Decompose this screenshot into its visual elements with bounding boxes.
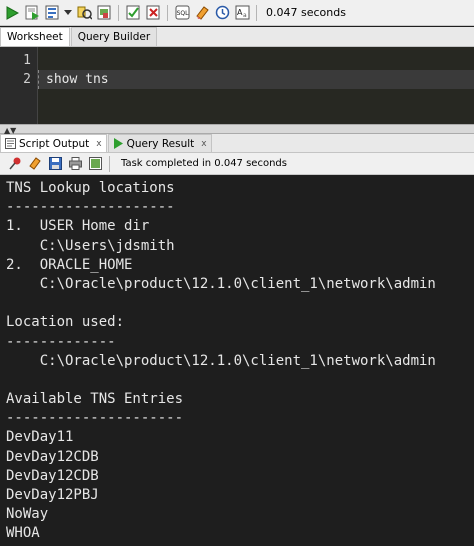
output-toolbar: Task completed in 0.047 seconds	[0, 153, 474, 175]
output-line: ---------------------	[6, 410, 184, 427]
output-line: DevDay12PBJ	[6, 487, 99, 503]
toolbar-separator	[167, 4, 168, 21]
rollback-icon[interactable]	[144, 4, 162, 22]
tab-query-result[interactable]: Query Result x	[107, 134, 212, 152]
output-line: NoWay	[6, 506, 49, 523]
dropdown-icon[interactable]	[63, 4, 73, 22]
script-output-panel[interactable]: TNS Lookup locations -------------------…	[0, 176, 474, 546]
output-line: DevDay12CDB	[6, 467, 99, 484]
code-area[interactable]: show tns	[38, 47, 474, 124]
history-icon[interactable]	[213, 4, 231, 22]
output-line: Available TNS Entries	[6, 391, 184, 408]
clear-output-icon[interactable]	[26, 155, 44, 173]
pane-splitter[interactable]: ▲▼	[0, 124, 474, 135]
sql-editor[interactable]: 1 2 show tns	[0, 47, 474, 124]
task-status: Task completed in 0.047 seconds	[121, 158, 287, 169]
output-line: TNS Lookup locations	[6, 180, 175, 196]
output-line: C:\Oracle\product\12.1.0\client_1\networ…	[6, 275, 436, 292]
pin-icon[interactable]	[6, 155, 24, 173]
output-line: Location used:	[6, 314, 125, 331]
code-line-current[interactable]: show tns	[38, 70, 474, 89]
close-icon[interactable]: x	[96, 139, 101, 149]
elapsed-time: 0.047 seconds	[266, 6, 346, 19]
line-number: 2	[23, 72, 31, 87]
toolbar-separator	[109, 155, 110, 172]
output-line: -------------	[6, 333, 116, 350]
output-line: 2. ORACLE_HOME	[6, 256, 133, 273]
output-line: C:\Oracle\product\12.1.0\client_1\networ…	[6, 352, 436, 369]
tab-script-output[interactable]: Script Output x	[0, 134, 107, 152]
format-icon[interactable]: Aa	[233, 4, 251, 22]
output-line: --------------------	[6, 199, 175, 216]
script-output-icon	[5, 138, 16, 149]
line-number-gutter: 1 2	[0, 47, 38, 124]
commit-icon[interactable]	[124, 4, 142, 22]
toolbar-separator	[118, 4, 119, 21]
explain-plan-icon[interactable]	[75, 4, 93, 22]
save-icon[interactable]	[46, 155, 64, 173]
line-number: 1	[23, 53, 31, 68]
output-line: DevDay11	[6, 429, 74, 446]
query-result-icon	[113, 138, 123, 149]
svg-text:SQL: SQL	[176, 10, 189, 17]
worksheet-toolbar: SQL Aa 0.047 seconds	[0, 0, 474, 26]
output-line: 1. USER Home dir	[6, 218, 150, 235]
output-tab-bar: Script Output x Query Result x	[0, 134, 474, 153]
clear-icon[interactable]	[193, 4, 211, 22]
toolbar-separator	[256, 4, 257, 21]
autotrace-icon[interactable]	[43, 4, 61, 22]
output-line: WHOA	[6, 525, 40, 542]
sql-tuning-icon[interactable]	[95, 4, 113, 22]
worksheet-tab-bar: Worksheet Query Builder	[0, 27, 474, 47]
print-icon[interactable]	[66, 155, 84, 173]
tab-query-builder[interactable]: Query Builder	[70, 27, 158, 46]
run-script-icon[interactable]	[23, 4, 41, 22]
output-line: DevDay12CDB	[6, 448, 99, 465]
tab-worksheet[interactable]: Worksheet	[0, 27, 70, 46]
unshared-sql-icon[interactable]: SQL	[173, 4, 191, 22]
code-line[interactable]	[38, 51, 474, 70]
svg-text:a: a	[243, 12, 247, 19]
close-icon[interactable]: x	[201, 139, 206, 149]
open-file-icon[interactable]	[86, 155, 104, 173]
run-statement-icon[interactable]	[3, 4, 21, 22]
output-line: C:\Users\jdsmith	[6, 237, 175, 254]
